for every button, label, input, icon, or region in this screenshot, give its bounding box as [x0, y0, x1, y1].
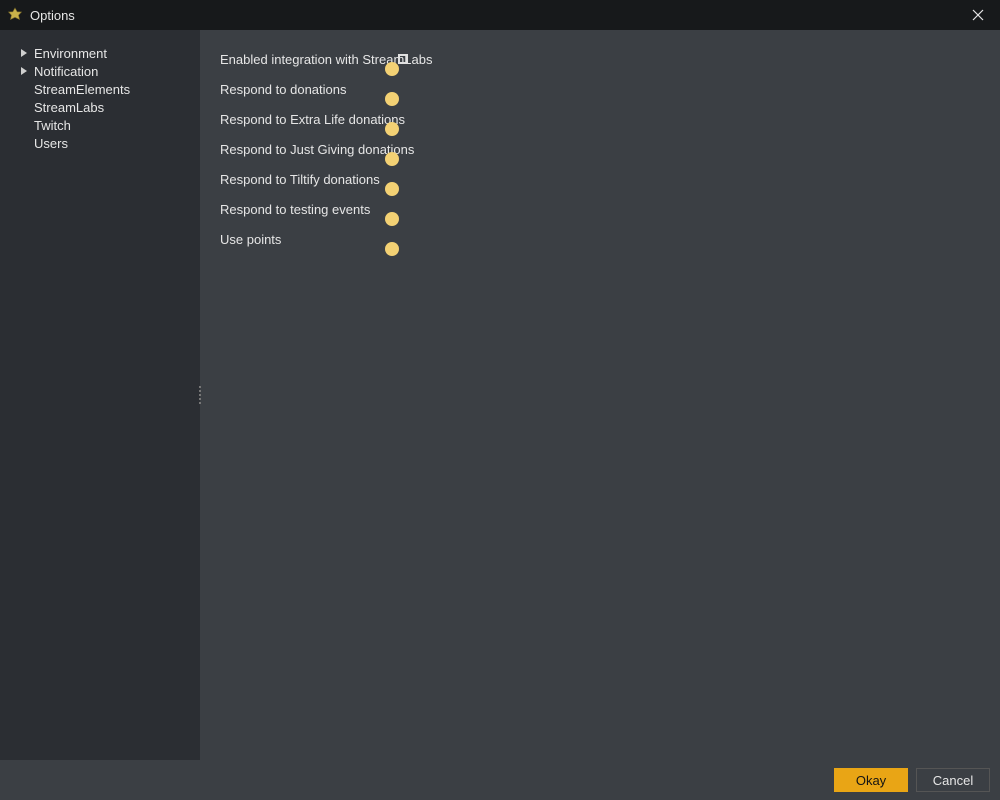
setting-row: Respond to testing events: [220, 194, 980, 224]
settings-panel: Enabled integration with StreamLabs Resp…: [200, 30, 1000, 760]
grip-icon: [199, 386, 202, 404]
titlebar: Options: [0, 0, 1000, 30]
setting-label: Respond to Extra Life donations: [220, 112, 400, 127]
setting-label: Respond to Tiltify donations: [220, 172, 400, 187]
cancel-button[interactable]: Cancel: [916, 768, 990, 792]
setting-row: Use points: [220, 224, 980, 254]
close-icon: [972, 9, 984, 21]
setting-row: Respond to Extra Life donations: [220, 104, 980, 134]
okay-button[interactable]: Okay: [834, 768, 908, 792]
toggle-wrap: [400, 236, 406, 242]
toggle-knob: [385, 182, 399, 196]
sidebar-item-label: Twitch: [34, 118, 71, 133]
toggle-knob: [385, 212, 399, 226]
sidebar-item-users[interactable]: Users: [0, 134, 200, 152]
close-button[interactable]: [955, 0, 1000, 30]
sidebar-item-streamlabs[interactable]: StreamLabs: [0, 98, 200, 116]
body: Environment Notification StreamElements …: [0, 30, 1000, 760]
toggle-highlight: [400, 56, 406, 62]
sidebar-item-streamelements[interactable]: StreamElements: [0, 80, 200, 98]
toggle-knob: [385, 242, 399, 256]
setting-row: Respond to Tiltify donations: [220, 164, 980, 194]
sidebar-item-label: StreamLabs: [34, 100, 104, 115]
sidebar-item-twitch[interactable]: Twitch: [0, 116, 200, 134]
sidebar-item-notification[interactable]: Notification: [0, 62, 200, 80]
sidebar-item-label: Notification: [34, 64, 98, 79]
footer: Okay Cancel: [0, 760, 1000, 800]
chevron-right-icon: [18, 49, 30, 57]
toggle-wrap: [400, 176, 406, 182]
options-window: Options Environment Notification: [0, 0, 1000, 800]
toggle-wrap: [400, 86, 406, 92]
setting-label: Respond to donations: [220, 82, 400, 97]
sidebar-resize-handle[interactable]: [197, 30, 203, 760]
setting-label: Respond to testing events: [220, 202, 400, 217]
toggle-knob: [385, 92, 399, 106]
sidebar: Environment Notification StreamElements …: [0, 30, 200, 760]
sidebar-item-label: Users: [34, 136, 68, 151]
sidebar-item-label: StreamElements: [34, 82, 130, 97]
setting-row: Enabled integration with StreamLabs: [220, 44, 980, 74]
setting-row: Respond to donations: [220, 74, 980, 104]
chevron-right-icon: [18, 67, 30, 75]
toggle-knob: [385, 122, 399, 136]
setting-label: Use points: [220, 232, 400, 247]
setting-label: Respond to Just Giving donations: [220, 142, 400, 157]
setting-row: Respond to Just Giving donations: [220, 134, 980, 164]
app-icon: [6, 6, 24, 24]
sidebar-item-environment[interactable]: Environment: [0, 44, 200, 62]
sidebar-item-label: Environment: [34, 46, 107, 61]
window-title: Options: [30, 8, 75, 23]
toggle-knob: [385, 62, 399, 76]
toggle-knob: [385, 152, 399, 166]
setting-label: Enabled integration with StreamLabs: [220, 52, 400, 67]
toggle-wrap: [400, 146, 406, 152]
toggle-wrap: [400, 206, 406, 212]
toggle-wrap: [400, 116, 406, 122]
